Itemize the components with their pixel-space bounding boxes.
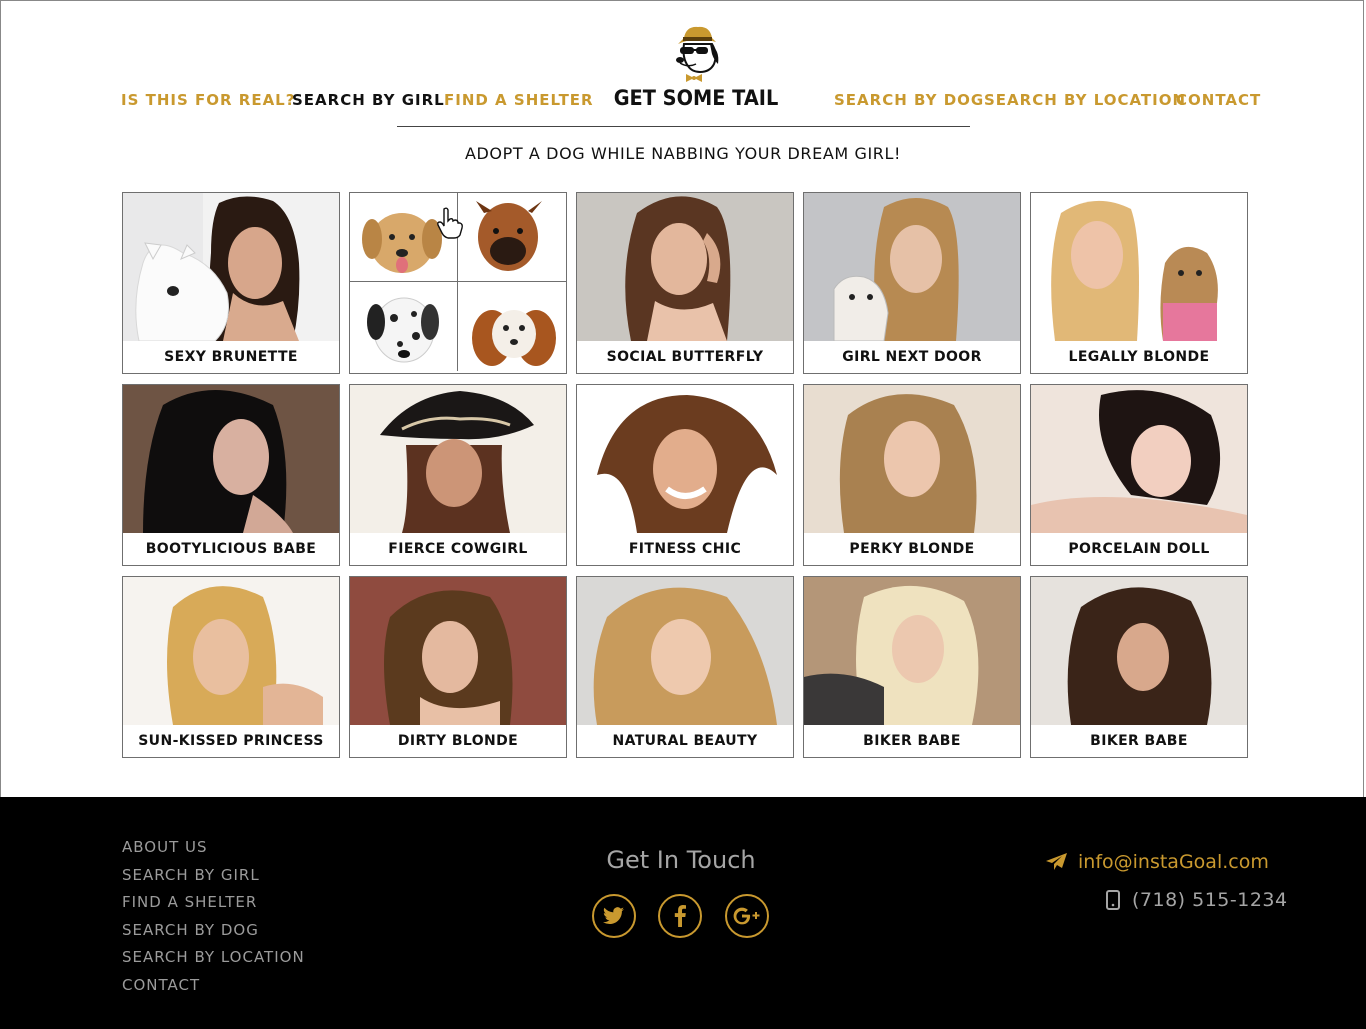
contact-phone: (718) 515-1234: [1132, 889, 1288, 911]
dog-logo-icon: [676, 26, 719, 82]
card-girl-next-door[interactable]: GIRL NEXT DOOR: [803, 192, 1021, 374]
paper-plane-icon: [1046, 853, 1067, 870]
hand-cursor-icon: [437, 207, 463, 239]
nav-contact[interactable]: CONTACT: [1176, 91, 1261, 109]
card-photo: [350, 385, 566, 533]
contact-email-link[interactable]: info@instaGoal.com: [1078, 851, 1269, 873]
card-photo: [1031, 385, 1247, 533]
dog-dalmatian[interactable]: [350, 282, 458, 371]
dog-cavalier[interactable]: [458, 282, 566, 371]
card-label: DIRTY BLONDE: [350, 725, 566, 757]
card-label: PERKY BLONDE: [804, 533, 1020, 565]
logo-text: GET SOME TAIL: [613, 86, 779, 110]
nav-search-by-dog[interactable]: SEARCH BY DOG: [834, 91, 984, 109]
card-bootylicious-babe[interactable]: BOOTYLICIOUS BABE: [122, 384, 340, 566]
card-label: SUN-KISSED PRINCESS: [123, 725, 339, 757]
card-photo: [804, 193, 1020, 341]
card-legally-blonde[interactable]: LEGALLY BLONDE: [1030, 192, 1248, 374]
card-photo: [577, 193, 793, 341]
card-photo: [577, 577, 793, 725]
card-biker-babe-2[interactable]: BIKER BABE: [1030, 576, 1248, 758]
card-label: FITNESS CHIC: [577, 533, 793, 565]
nav-search-by-location[interactable]: SEARCH BY LOCATION: [984, 91, 1186, 109]
card-photo: [804, 385, 1020, 533]
site-logo[interactable]: GET SOME TAIL: [596, 22, 796, 114]
card-photo: [1031, 193, 1247, 341]
footer-link-search-by-girl[interactable]: SEARCH BY GIRL: [122, 866, 260, 884]
card-photo: [350, 577, 566, 725]
card-photo: [123, 385, 339, 533]
card-porcelain-doll[interactable]: PORCELAIN DOLL: [1030, 384, 1248, 566]
card-fitness-chic[interactable]: FITNESS CHIC: [576, 384, 794, 566]
tagline: ADOPT A DOG WHILE NABBING YOUR DREAM GIR…: [464, 144, 902, 163]
get-in-touch-heading: Get In Touch: [606, 846, 756, 874]
dog-boxer[interactable]: [458, 193, 566, 282]
card-label: BIKER BABE: [804, 725, 1020, 757]
footer-link-find-a-shelter[interactable]: FIND A SHELTER: [122, 893, 257, 911]
header-divider: [397, 126, 970, 127]
card-label: BOOTYLICIOUS BABE: [123, 533, 339, 565]
card-sun-kissed-princess[interactable]: SUN-KISSED PRINCESS: [122, 576, 340, 758]
card-dirty-blonde[interactable]: DIRTY BLONDE: [349, 576, 567, 758]
card-label: SOCIAL BUTTERFLY: [577, 341, 793, 373]
card-label: BIKER BABE: [1031, 725, 1247, 757]
card-perky-blonde[interactable]: PERKY BLONDE: [803, 384, 1021, 566]
twitter-icon[interactable]: [592, 894, 636, 938]
nav-find-a-shelter[interactable]: FIND A SHELTER: [444, 91, 594, 109]
card-photo: [123, 577, 339, 725]
card-label: SEXY BRUNETTE: [123, 341, 339, 373]
card-photo: [577, 385, 793, 533]
card-label: NATURAL BEAUTY: [577, 725, 793, 757]
card-social-butterfly[interactable]: SOCIAL BUTTERFLY: [576, 192, 794, 374]
card-label: PORCELAIN DOLL: [1031, 533, 1247, 565]
nav-search-by-girl[interactable]: SEARCH BY GIRL: [292, 91, 445, 109]
footer-link-about-us[interactable]: ABOUT US: [122, 838, 208, 856]
card-natural-beauty[interactable]: NATURAL BEAUTY: [576, 576, 794, 758]
card-photo: [123, 193, 339, 341]
card-photo: [1031, 577, 1247, 725]
card-label: FIERCE COWGIRL: [350, 533, 566, 565]
nav-is-this-for-real[interactable]: IS THIS FOR REAL?: [121, 91, 295, 109]
card-label: LEGALLY BLONDE: [1031, 341, 1247, 373]
card-photo: [804, 577, 1020, 725]
google-plus-icon[interactable]: [725, 894, 769, 938]
mobile-phone-icon: [1106, 890, 1120, 910]
card-biker-babe-1[interactable]: BIKER BABE: [803, 576, 1021, 758]
card-sexy-brunette[interactable]: SEXY BRUNETTE: [122, 192, 340, 374]
card-dog-collage[interactable]: [349, 192, 567, 374]
footer: ABOUT US SEARCH BY GIRL FIND A SHELTER S…: [0, 797, 1366, 1029]
card-label: GIRL NEXT DOOR: [804, 341, 1020, 373]
footer-link-search-by-location[interactable]: SEARCH BY LOCATION: [122, 948, 305, 966]
card-fierce-cowgirl[interactable]: FIERCE COWGIRL: [349, 384, 567, 566]
footer-link-search-by-dog[interactable]: SEARCH BY DOG: [122, 921, 259, 939]
facebook-icon[interactable]: [658, 894, 702, 938]
footer-link-contact[interactable]: CONTACT: [122, 976, 200, 994]
girl-grid: SEXY BRUNETTE SOCIAL BUTTERFLY GIRL NEXT…: [122, 192, 1248, 758]
